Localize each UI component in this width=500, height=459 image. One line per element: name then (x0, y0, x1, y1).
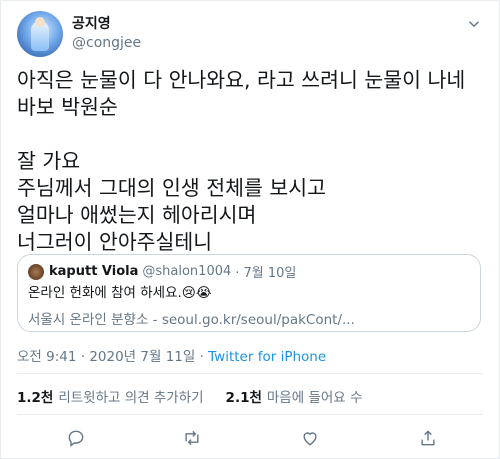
quoted-display-name: kaputt Viola (49, 264, 139, 279)
tweet-text: 아직은 눈물이 다 안나와요, 라고 쓰려니 눈물이 나네 바보 박원순 잘 가… (17, 68, 466, 254)
likes-label: 마음에 들어요 수 (266, 390, 363, 406)
avatar-head (35, 17, 45, 27)
chevron-down-icon[interactable] (465, 15, 483, 37)
tweet-stats: 1.2천 리트윗하고 의견 추가하기 2.1천 마음에 들어요 수 (17, 386, 384, 406)
quoted-date: · 7월 10일 (235, 266, 297, 281)
avatar[interactable] (17, 11, 63, 57)
user-handle[interactable]: @congjee (72, 34, 141, 53)
user-names: 공지영 @congjee (72, 15, 141, 53)
retweets-stat[interactable]: 1.2천 리트윗하고 의견 추가하기 (17, 386, 204, 406)
tweet-timestamp[interactable]: 오전 9:41 · 2020년 7월 11일 · (17, 349, 208, 365)
like-icon[interactable] (299, 427, 321, 449)
quoted-link-text[interactable]: 서울시 온라인 분향소 - seoul.go.kr/seoul/pakCont/… (28, 308, 355, 328)
tweet-meta: 오전 9:41 · 2020년 7월 11일 · Twitter for iPh… (17, 345, 326, 365)
display-name[interactable]: 공지영 (72, 15, 141, 34)
tweet-actions (1, 427, 500, 449)
tweet-header: 공지영 @congjee (17, 11, 141, 57)
retweets-count: 1.2천 (17, 390, 54, 406)
retweets-label: 리트윗하고 의견 추가하기 (58, 390, 204, 406)
divider (17, 373, 483, 374)
quoted-text: 온라인 헌화에 참여 하세요.😢😭 (28, 285, 212, 301)
retweet-icon[interactable] (181, 427, 203, 449)
quoted-tweet-header: kaputt Viola @shalon1004 · 7월 10일 (28, 262, 296, 281)
quoted-tweet[interactable]: kaputt Viola @shalon1004 · 7월 10일 온라인 헌화… (17, 254, 481, 332)
reply-icon[interactable] (65, 427, 87, 449)
likes-stat[interactable]: 2.1천 마음에 들어요 수 (226, 386, 363, 406)
quoted-avatar (28, 263, 44, 280)
likes-count: 2.1천 (225, 390, 262, 406)
divider (17, 414, 483, 415)
tweet-source[interactable]: Twitter for iPhone (208, 349, 326, 365)
quoted-handle: @shalon1004 (142, 264, 232, 279)
share-icon[interactable] (417, 427, 439, 449)
tweet-card: 공지영 @congjee 아직은 눈물이 다 안나와요, 라고 쓰려니 눈물이 … (0, 0, 500, 459)
